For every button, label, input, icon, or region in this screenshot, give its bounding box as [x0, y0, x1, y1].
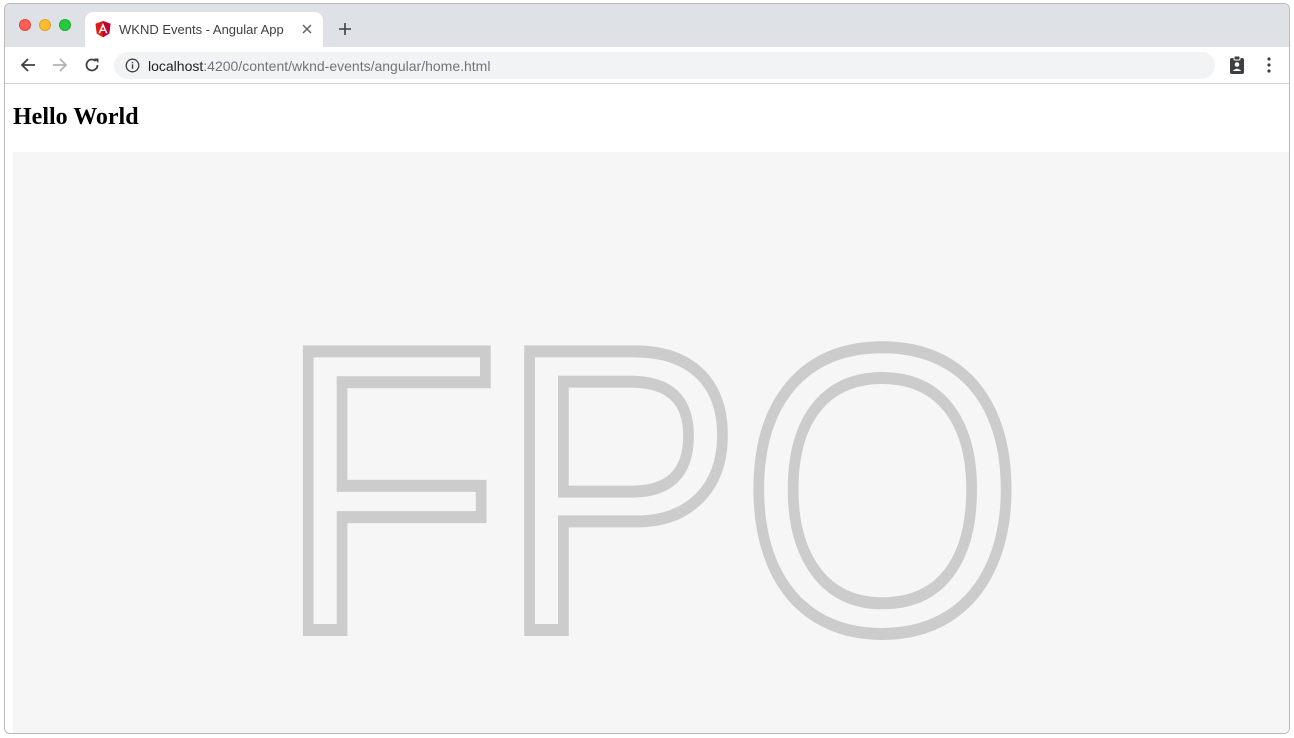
url-path: :4200/content/wknd-events/angular/home.h…	[203, 58, 491, 74]
window-minimize-button[interactable]	[39, 19, 51, 31]
browser-toolbar: localhost:4200/content/wknd-events/angul…	[5, 47, 1289, 84]
url-text: localhost:4200/content/wknd-events/angul…	[148, 58, 490, 74]
arrow-left-icon[interactable]	[18, 55, 38, 75]
close-tab-icon[interactable]	[299, 21, 315, 37]
browser-window: WKND Events - Angular App localhost:4200…	[4, 3, 1290, 734]
fpo-placeholder-text: FPO	[279, 263, 1024, 716]
tab-strip: WKND Events - Angular App	[5, 4, 1289, 47]
info-icon[interactable]	[125, 58, 140, 73]
page-content: Hello World FPO	[5, 84, 1289, 733]
address-bar[interactable]: localhost:4200/content/wknd-events/angul…	[114, 52, 1215, 79]
reload-icon[interactable]	[82, 55, 102, 75]
angular-logo-icon	[95, 21, 111, 38]
url-host: localhost	[148, 58, 204, 74]
tab-active[interactable]: WKND Events - Angular App	[85, 12, 323, 47]
window-maximize-button[interactable]	[59, 19, 71, 31]
plus-icon[interactable]	[335, 19, 355, 39]
arrow-right-icon[interactable]	[50, 55, 70, 75]
window-close-button[interactable]	[19, 19, 31, 31]
fpo-placeholder-image: FPO	[13, 152, 1289, 733]
kebab-menu-icon[interactable]	[1259, 55, 1279, 75]
tab-title: WKND Events - Angular App	[119, 22, 284, 37]
page-heading: Hello World	[13, 104, 139, 130]
clipboard-account-icon[interactable]	[1227, 55, 1247, 75]
